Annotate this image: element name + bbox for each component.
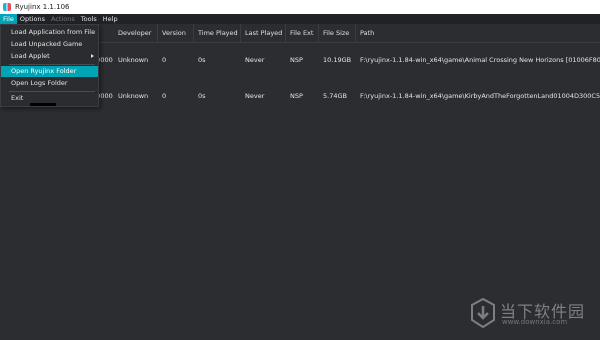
menu-item-open-logs-folder[interactable]: Open Logs Folder bbox=[1, 78, 98, 89]
cell-file-ext: NSP bbox=[290, 56, 303, 64]
menu-item-open-ryujinx-folder[interactable]: Open Ryujinx Folder bbox=[1, 66, 98, 77]
cell-version: 0 bbox=[162, 56, 167, 64]
cell-version: 0 bbox=[162, 92, 167, 100]
cell-last-played: Never bbox=[245, 92, 265, 100]
cell-developer: Unknown bbox=[118, 92, 149, 100]
cell-file-size: 10.19GB bbox=[323, 56, 352, 64]
menu-help[interactable]: Help bbox=[100, 14, 121, 24]
window-titlebar: Ryujinx 1.1.106 bbox=[0, 0, 600, 14]
menu-tools[interactable]: Tools bbox=[78, 14, 100, 24]
cell-time-played: 0s bbox=[198, 56, 206, 64]
column-developer[interactable]: Developer bbox=[114, 24, 158, 42]
menu-item-load-applet[interactable]: Load Applet bbox=[1, 51, 98, 62]
window-title: Ryujinx 1.1.106 bbox=[15, 3, 70, 11]
ryujinx-logo-icon bbox=[3, 3, 11, 11]
menu-bar: File Options Actions Tools Help bbox=[0, 14, 600, 24]
menu-separator bbox=[9, 91, 95, 92]
cell-time-played: 0s bbox=[198, 92, 206, 100]
cell-path: F:\ryujinx-1.1.84-win_x64\game\Animal Cr… bbox=[360, 56, 600, 64]
menu-item-load-unpacked-game[interactable]: Load Unpacked Game bbox=[1, 39, 98, 50]
column-file-size[interactable]: File Size bbox=[319, 24, 356, 42]
cell-last-played: Never bbox=[245, 56, 265, 64]
cell-file-ext: NSP bbox=[290, 92, 303, 100]
cell-file-size: 5.74GB bbox=[323, 92, 347, 100]
cell-path: F:\ryujinx-1.1.84-win_x64\game\KirbyAndT… bbox=[360, 92, 600, 100]
column-path[interactable]: Path bbox=[356, 24, 600, 42]
column-last-played[interactable]: Last Played bbox=[241, 24, 286, 42]
column-file-ext[interactable]: File Ext bbox=[286, 24, 319, 42]
menu-separator bbox=[9, 64, 95, 65]
menu-item-load-application[interactable]: Load Application from File bbox=[1, 27, 98, 38]
redaction-bar bbox=[30, 103, 56, 106]
cell-developer: Unknown bbox=[118, 56, 149, 64]
watermark: 当下软件园 www.downxia.com bbox=[470, 296, 592, 332]
column-version[interactable]: Version bbox=[158, 24, 194, 42]
menu-file[interactable]: File bbox=[0, 14, 17, 24]
watermark-url: www.downxia.com bbox=[502, 318, 568, 326]
menu-item-load-applet-label: Load Applet bbox=[11, 52, 50, 60]
submenu-arrow-icon bbox=[91, 54, 94, 58]
column-time-played[interactable]: Time Played bbox=[194, 24, 241, 42]
menu-options[interactable]: Options bbox=[17, 14, 48, 24]
file-menu-dropdown: Load Application from File Load Unpacked… bbox=[0, 24, 99, 107]
menu-actions[interactable]: Actions bbox=[48, 14, 78, 24]
downxia-logo-icon bbox=[471, 298, 495, 328]
